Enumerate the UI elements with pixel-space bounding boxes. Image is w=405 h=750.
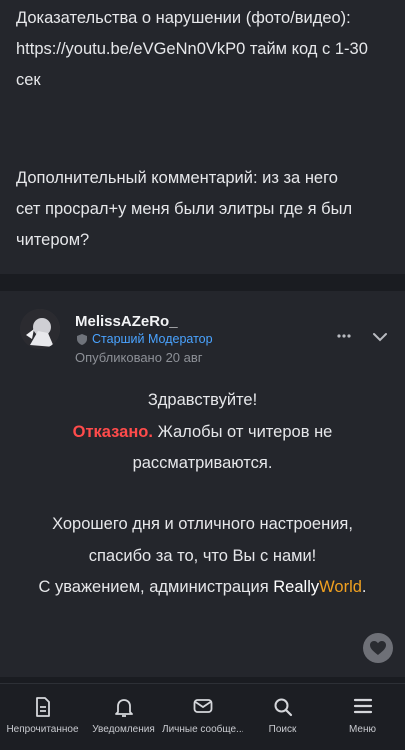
tab-menu[interactable]: Меню (322, 684, 403, 750)
evidence-link[interactable]: https://youtu.be/eVGeNn0VkP0 тайм код с … (16, 40, 368, 58)
status-line: Отказано. Жалобы от читеров не (0, 423, 405, 442)
status-text: Жалобы от читеров не (157, 423, 333, 441)
comment-text: Дополнительный комментарий: из за него с… (16, 163, 395, 256)
like-button[interactable] (363, 633, 393, 663)
evidence-tail: сек (16, 71, 41, 89)
bell-icon (114, 699, 133, 717)
tab-notifications-label: Уведомления (92, 724, 155, 735)
tab-unread[interactable]: Непрочитанное (2, 684, 83, 750)
greeting: Здравствуйте! (147, 391, 258, 409)
tab-unread-label: Непрочитанное (6, 724, 79, 735)
role-badge: Старший Модератор (92, 332, 213, 346)
previous-post-card: Доказательства о нарушении (фото/видео):… (0, 0, 405, 274)
tab-messages[interactable]: Личные сообще... (162, 684, 243, 750)
tab-search-label: Поиск (268, 724, 297, 735)
wish-line-2: спасибо за то, что Вы с нами! (88, 547, 317, 565)
reply-post-card: MelissAZeRo_ Старший Модератор Опубликов… (0, 291, 405, 677)
username[interactable]: MelissAZeRo_ (75, 313, 178, 330)
wish-line-1: Хорошего дня и отличного настроения, (52, 515, 353, 533)
more-icon[interactable] (337, 329, 351, 343)
signoff-suffix: . (361, 578, 367, 596)
tab-messages-label: Личные сообще... (162, 724, 243, 735)
avatar[interactable] (20, 309, 60, 349)
chevron-down-icon[interactable] (372, 331, 388, 343)
mail-icon (193, 699, 212, 713)
evidence-label: Доказательства о нарушении (фото/видео): (16, 9, 351, 27)
status-line-2: рассматриваются. (132, 454, 273, 472)
evidence-text: Доказательства о нарушении (фото/видео):… (16, 3, 395, 96)
comment-line-3: читером? (16, 231, 90, 249)
search-icon (274, 698, 292, 717)
denied-label: Отказано. (72, 423, 153, 441)
tab-menu-label: Меню (348, 724, 377, 735)
tab-search[interactable]: Поиск (242, 684, 323, 750)
menu-icon (353, 698, 372, 714)
signoff-line: С уважением, администрация ReallyWorld. (0, 578, 405, 597)
document-icon (35, 697, 50, 717)
published-date: Опубликовано 20 авг (75, 350, 203, 365)
comment-line-2: сет просрал+у меня были элитры где я был (16, 200, 353, 218)
avatar-image (20, 309, 60, 349)
bottom-tab-bar: Непрочитанное Уведомления Личные сообще.… (0, 683, 405, 750)
brand-part-2: World (319, 578, 362, 596)
shield-icon (77, 334, 87, 345)
comment-line-1: Дополнительный комментарий: из за него (16, 169, 338, 187)
tab-notifications[interactable]: Уведомления (83, 684, 164, 750)
brand-part-1: Really (273, 578, 320, 596)
heart-icon (370, 641, 386, 655)
signoff-prefix: С уважением, администрация (38, 578, 269, 596)
